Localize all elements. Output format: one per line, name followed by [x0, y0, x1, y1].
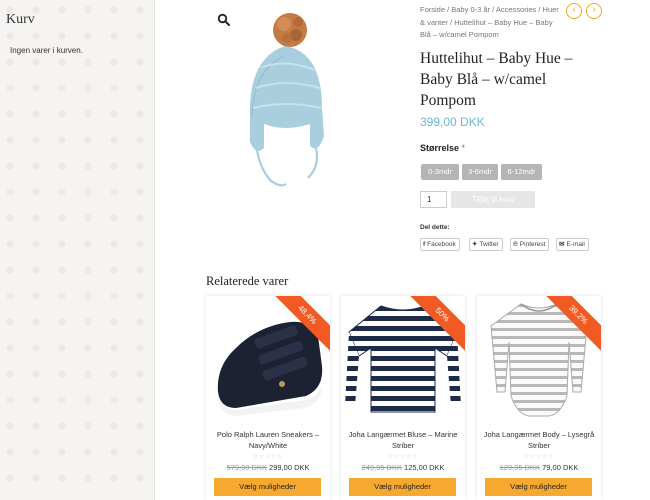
share-email-label: E-mail — [566, 241, 585, 248]
product-price: 399,00 DKK — [420, 115, 485, 129]
email-icon: ✉ — [559, 241, 565, 248]
chevron-left-icon[interactable]: ‹ — [566, 3, 582, 19]
price-row: 249,95 DKK 125,00 DKK — [341, 463, 465, 472]
size-option-3-6mdr[interactable]: 3-6mdr — [462, 164, 498, 180]
share-twitter-label: Twitter — [479, 241, 499, 248]
product-card[interactable]: 39,2% Joha Langærmet Body – Lysegrå Stri… — [477, 296, 601, 500]
twitter-icon: ✦ — [472, 241, 478, 248]
price-row: 579,00 DKK 299,00 DKK — [206, 463, 330, 472]
share-pinterest-label: Pinterest — [519, 241, 546, 248]
new-price: 79,00 DKK — [542, 463, 579, 472]
product-name[interactable]: Joha Langærmet Bluse – Marine Striber — [345, 429, 461, 451]
share-pinterest-button[interactable]: ℗ Pinterest — [510, 238, 550, 251]
share-facebook-label: Facebook — [427, 241, 456, 248]
pinterest-icon: ℗ — [513, 241, 518, 248]
product-card[interactable]: 48,4% Polo Ralph Lauren Sneakers – Navy/… — [206, 296, 330, 500]
old-price: 129,95 DKK — [499, 463, 541, 472]
cart-panel: Kurv Ingen varer i kurven. — [0, 0, 155, 500]
add-to-cart-button[interactable]: Tilføj til kurv — [451, 191, 535, 208]
old-price: 249,95 DKK — [361, 463, 402, 472]
product-title: Huttelihut – Baby Hue – Baby Blå – w/cam… — [420, 50, 573, 109]
choose-options-button[interactable]: Vælg muligheder — [214, 478, 321, 496]
share-twitter-button[interactable]: ✦ Twitter — [469, 238, 503, 251]
product-name[interactable]: Polo Ralph Lauren Sneakers – Navy/White — [210, 429, 326, 451]
size-label: Størrelse * — [420, 143, 465, 153]
search-icon[interactable] — [217, 13, 231, 27]
quantity-input[interactable]: 1 — [420, 191, 447, 208]
rating-stars: ☆☆☆☆☆ — [388, 454, 418, 460]
size-label-text: Størrelse — [420, 143, 460, 153]
related-title: Relaterede varer — [206, 274, 289, 288]
required-mark: * — [461, 143, 466, 153]
choose-options-button[interactable]: Vælg muligheder — [485, 478, 592, 496]
choose-options-button[interactable]: Vælg muligheder — [349, 478, 456, 496]
size-option-6-12mdr[interactable]: 6-12mdr — [501, 164, 542, 180]
product-card[interactable]: 50% Joha Langærmet Bluse – Marine Stribe… — [341, 296, 465, 500]
price-row: 129,95 DKK 79,00 DKK — [477, 463, 601, 472]
rating-stars: ☆☆☆☆☆ — [524, 454, 554, 460]
old-price: 579,00 DKK — [226, 463, 267, 472]
breadcrumb[interactable]: Forside / Baby 0-3 år / Accessories / Hu… — [420, 4, 560, 42]
product-image[interactable] — [240, 8, 330, 190]
chevron-right-icon[interactable]: › — [586, 3, 602, 19]
rating-stars: ☆☆☆☆☆ — [253, 454, 283, 460]
facebook-icon: f — [423, 241, 426, 248]
share-label: Del dette: — [420, 224, 450, 231]
share-facebook-button[interactable]: f Facebook — [420, 238, 460, 251]
cart-empty-message: Ingen varer i kurven. — [10, 46, 83, 55]
product-name[interactable]: Joha Langærmet Body – Lysegrå Striber — [481, 429, 597, 451]
new-price: 299,00 DKK — [269, 463, 310, 472]
share-email-button[interactable]: ✉ E-mail — [556, 238, 589, 251]
size-option-0-3mdr[interactable]: 0-3mdr — [421, 164, 459, 180]
new-price: 125,00 DKK — [404, 463, 445, 472]
cart-title: Kurv — [6, 12, 35, 27]
